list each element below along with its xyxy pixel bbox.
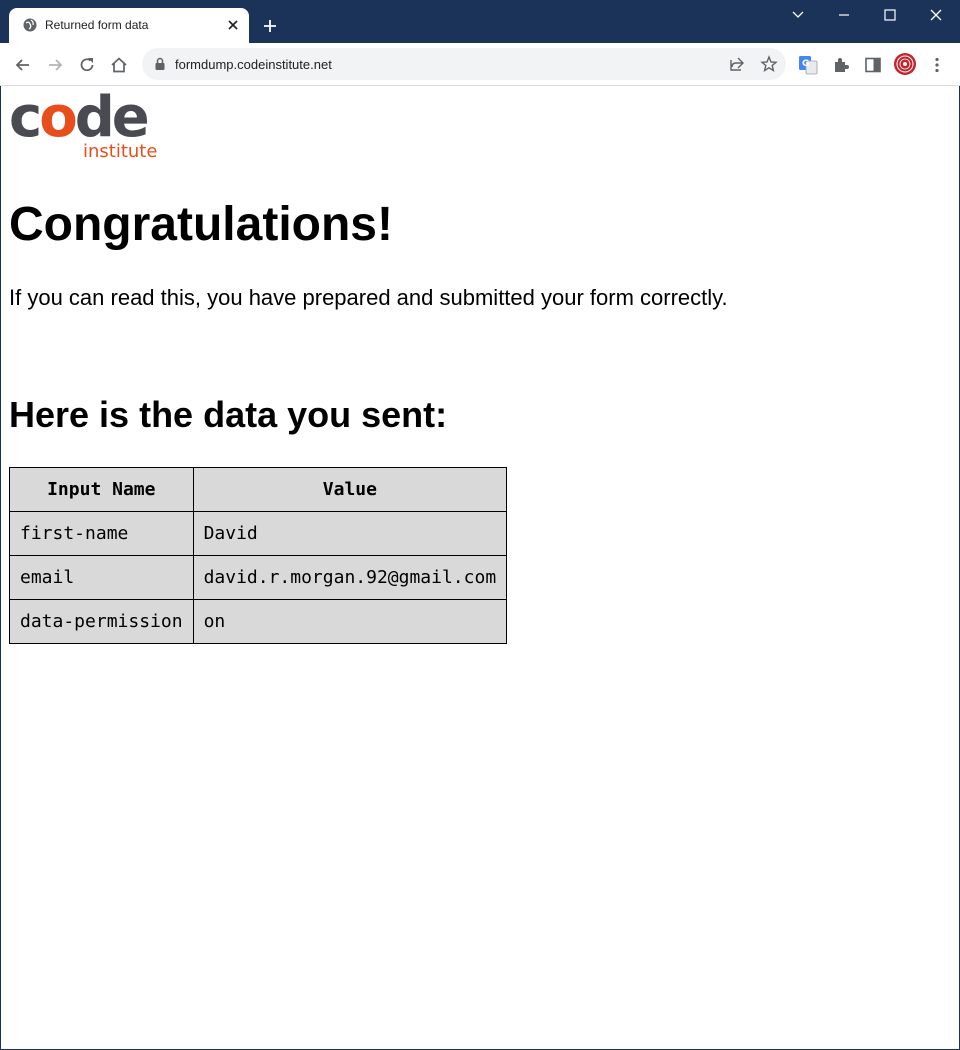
column-header-value: Value [192, 467, 508, 512]
home-icon[interactable] [109, 55, 129, 75]
column-header-input-name: Input Name [9, 467, 194, 512]
value-cell: david.r.morgan.92@gmail.com [192, 555, 508, 600]
logo-subword: institute [83, 141, 158, 162]
tab-search-icon[interactable] [788, 6, 808, 24]
share-icon[interactable] [728, 55, 746, 73]
lock-icon[interactable] [154, 57, 166, 71]
data-section-heading: Here is the data you sent: [9, 394, 448, 435]
input-name-cell: data-permission [9, 599, 194, 644]
minimize-icon[interactable] [834, 6, 854, 24]
address-bar[interactable]: formdump.codeinstitute.net [142, 48, 786, 80]
close-window-icon[interactable] [926, 6, 946, 24]
profile-emblem-icon [896, 55, 914, 73]
table-row: email david.r.morgan.92@gmail.com [9, 555, 508, 600]
browser-tab[interactable]: Returned form data [9, 8, 249, 43]
code-institute-logo: code institute [9, 88, 161, 162]
table-row: data-permission on [9, 599, 508, 644]
new-tab-icon[interactable] [263, 19, 277, 33]
globe-icon [23, 18, 37, 32]
table-row: first-name David [9, 511, 508, 556]
side-panel-icon[interactable] [863, 55, 883, 75]
reload-icon[interactable] [77, 55, 97, 75]
more-menu-icon[interactable] [927, 55, 947, 75]
translate-icon[interactable]: G [798, 55, 818, 75]
browser-toolbar: formdump.codeinstitute.net G [0, 43, 960, 86]
tab-strip: Returned form data [0, 0, 960, 43]
logo-word: code [9, 85, 150, 150]
input-name-cell: first-name [9, 511, 194, 556]
profile-avatar[interactable] [894, 53, 916, 75]
close-tab-icon[interactable] [227, 19, 239, 31]
page-title: Congratulations! [9, 198, 393, 251]
url-text[interactable]: formdump.codeinstitute.net [175, 57, 332, 72]
bookmark-star-icon[interactable] [760, 55, 778, 73]
value-cell: David [192, 511, 508, 556]
input-name-cell: email [9, 555, 194, 600]
lead-paragraph: If you can read this, you have prepared … [9, 285, 728, 310]
svg-text:G: G [802, 59, 809, 69]
extensions-icon[interactable] [831, 55, 851, 75]
value-cell: on [192, 599, 508, 644]
form-data-table: Input Name Value first-name David email … [9, 467, 508, 644]
forward-icon[interactable] [45, 55, 65, 75]
table-header-row: Input Name Value [9, 467, 508, 512]
maximize-icon[interactable] [880, 6, 900, 24]
back-icon[interactable] [13, 55, 33, 75]
page-viewport: code institute Congratulations! If you c… [1, 86, 959, 1049]
tab-title: Returned form data [45, 18, 149, 32]
